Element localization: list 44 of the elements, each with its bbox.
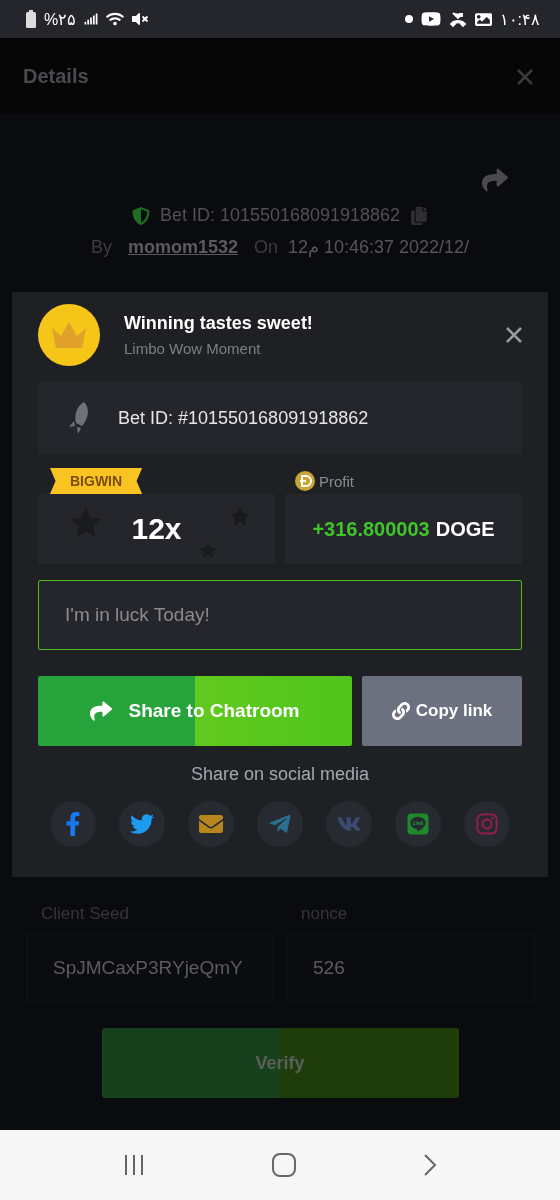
mail-button[interactable] <box>188 801 234 847</box>
wifi-icon <box>106 10 125 28</box>
nonce-field[interactable]: 526 <box>286 934 535 1002</box>
dot-icon <box>404 15 413 23</box>
telegram-button[interactable] <box>257 801 303 847</box>
profit-currency: DOGE <box>435 517 495 541</box>
mute-icon <box>132 11 149 27</box>
details-title: Details <box>23 65 89 88</box>
image-icon <box>474 10 492 28</box>
signal-icon <box>84 12 99 26</box>
bet-id: Bet ID: #101550168091918862 <box>118 407 369 429</box>
social-share-label: Share on social media <box>189 764 371 785</box>
twitter-button[interactable] <box>119 801 165 847</box>
link-icon <box>391 702 410 720</box>
dialog-title: Winning tastes sweet! <box>124 313 314 334</box>
video-icon <box>420 9 441 29</box>
instagram-button[interactable] <box>464 801 510 847</box>
battery-icon <box>26 10 36 28</box>
share-icon[interactable] <box>482 167 508 193</box>
bet-date: 12م 10:46:37 2022/12/ <box>287 236 470 258</box>
line-button[interactable] <box>395 801 441 847</box>
copy-link-button[interactable]: Copy link <box>362 676 522 746</box>
dialog-subtitle: Limbo Wow Moment <box>124 340 262 357</box>
shield-icon <box>131 206 150 225</box>
coin-icon <box>295 471 315 491</box>
bigwin-ribbon: BIGWIN <box>50 468 143 494</box>
bet-id: Bet ID: 101550168091918862 <box>159 205 401 226</box>
message-field[interactable]: I'm in luck Today! <box>38 580 522 650</box>
username-link[interactable]: momom1532 <box>127 236 238 258</box>
home-icon[interactable] <box>272 1153 296 1177</box>
clock: ۱۰:۴۸ <box>499 9 540 29</box>
share-to-chatroom-button[interactable]: Share to Chatroom <box>38 676 352 746</box>
share-icon <box>90 700 113 722</box>
close-icon[interactable] <box>506 327 522 343</box>
recents-icon[interactable] <box>123 1154 146 1176</box>
client-seed-field[interactable]: SpJMCaxP3RYjeQmY <box>26 934 274 1002</box>
multiplier-value: 12x <box>131 512 182 546</box>
profit-label: Profit <box>319 472 354 490</box>
battery-percent: %۲۵ <box>44 9 77 29</box>
missed-call-icon <box>448 10 467 28</box>
back-icon[interactable] <box>422 1153 437 1177</box>
verify-button[interactable]: Verify <box>101 1028 459 1098</box>
facebook-button[interactable] <box>50 801 96 847</box>
profit-amount: +316.800003 <box>312 517 430 541</box>
